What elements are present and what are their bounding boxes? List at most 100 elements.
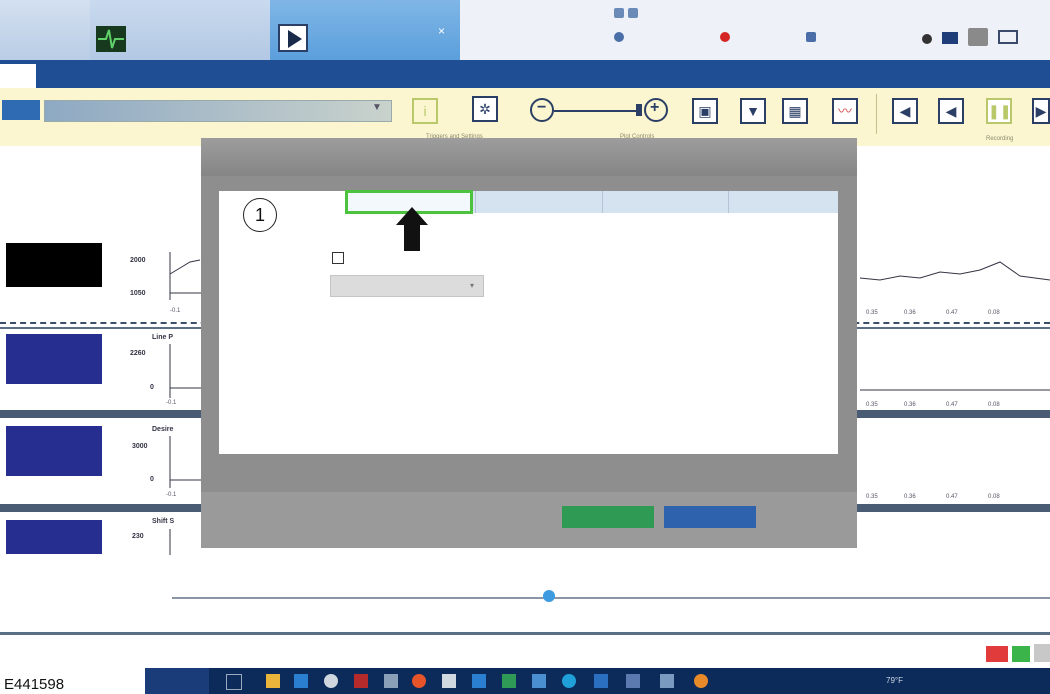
- zoom-slider-handle[interactable]: [636, 104, 642, 116]
- ok-button[interactable]: [562, 506, 654, 528]
- step-back-button[interactable]: ◀: [938, 98, 964, 124]
- dialog-title-bar: [201, 138, 857, 176]
- funnel-icon: ▼: [746, 103, 760, 119]
- dialog-tab-4[interactable]: [729, 191, 838, 213]
- channel-swatch-1[interactable]: [6, 243, 102, 287]
- channel-swatch-4[interactable]: [6, 520, 102, 554]
- window-icon-2[interactable]: [628, 8, 638, 18]
- app-icon[interactable]: [324, 674, 338, 688]
- callout-number: 1: [243, 198, 277, 232]
- zoom-slider[interactable]: [554, 110, 642, 112]
- x-tick-label: 0.35: [866, 494, 878, 500]
- x-tick-label: 0.35: [866, 402, 878, 408]
- panel-icon[interactable]: [1034, 644, 1050, 662]
- vehicle-selector-tab[interactable]: [2, 100, 40, 120]
- info-circle-icon[interactable]: [614, 32, 624, 42]
- print-icon[interactable]: [968, 28, 988, 46]
- grid-toggle-button[interactable]: ▦: [782, 98, 808, 124]
- skip-back-icon: ◀: [899, 103, 911, 119]
- app-icon[interactable]: [626, 674, 640, 688]
- skip-back-button[interactable]: ◀: [892, 98, 918, 124]
- figure-id-label: E441598: [4, 676, 65, 693]
- app-icon[interactable]: [384, 674, 398, 688]
- dialog-tab-3[interactable]: [603, 191, 728, 213]
- x-tick-label: 0.08: [988, 494, 1000, 500]
- mail-icon[interactable]: [998, 30, 1018, 44]
- app-icon[interactable]: [660, 674, 674, 688]
- outlook-icon[interactable]: [294, 674, 308, 688]
- app-tab-home[interactable]: [0, 0, 90, 60]
- chevron-down-icon: ▼: [372, 102, 382, 113]
- x-tick-label: 0.47: [946, 494, 958, 500]
- weather-temperature: 79°F: [886, 676, 903, 685]
- x-tick-label: 0.08: [988, 402, 1000, 408]
- settings-button[interactable]: ✲: [472, 96, 498, 122]
- app-icon[interactable]: [354, 674, 368, 688]
- plus-icon: +: [650, 99, 660, 116]
- system-toolbar: [610, 4, 1030, 56]
- dialog-tab-2[interactable]: [476, 191, 602, 213]
- channel-4-axis: [169, 529, 171, 555]
- connect-icon[interactable]: [806, 32, 816, 42]
- channel-swatch-3[interactable]: [6, 426, 102, 476]
- toolbar-caption-recording: Recording: [986, 136, 1014, 142]
- channel-swatch-2[interactable]: [6, 334, 102, 384]
- line-chart-icon: 〰: [838, 103, 852, 119]
- channel-3-y-max: 3000: [132, 443, 148, 450]
- channel-2-trace: [860, 389, 1050, 391]
- x-tick-label: 0.47: [946, 402, 958, 408]
- edge-icon[interactable]: [562, 674, 576, 688]
- channel-1-trace: [860, 261, 1050, 281]
- close-tab-icon[interactable]: ×: [438, 24, 445, 38]
- signal-bars-icon[interactable]: [1012, 646, 1030, 662]
- taskbar-start-button[interactable]: [145, 668, 209, 694]
- toolbar-divider: [876, 94, 877, 134]
- excel-icon[interactable]: [502, 674, 516, 688]
- help-icon[interactable]: [922, 34, 932, 44]
- window-icon[interactable]: [614, 8, 624, 18]
- browser-icon[interactable]: [412, 674, 426, 688]
- x-tick-label: 0.36: [904, 494, 916, 500]
- play-forward-button[interactable]: ▶: [1032, 98, 1050, 124]
- app-icon[interactable]: [594, 674, 608, 688]
- pause-button[interactable]: ❚❚: [986, 98, 1012, 124]
- filter-button[interactable]: ▼: [740, 98, 766, 124]
- timeline-scrubber[interactable]: [543, 590, 555, 602]
- option-checkbox[interactable]: [332, 252, 344, 264]
- dialog-footer: [201, 492, 857, 548]
- play-icon: [278, 24, 308, 52]
- fit-to-screen-button[interactable]: ▣: [692, 98, 718, 124]
- channel-1-y-max: 2000: [130, 257, 146, 264]
- waveform-glyph: [98, 29, 124, 49]
- photos-icon[interactable]: [532, 674, 546, 688]
- alert-icon[interactable]: [986, 646, 1008, 662]
- pause-icon: ❚❚: [988, 103, 1012, 119]
- fit-screen-icon: ▣: [698, 103, 712, 119]
- folder-icon[interactable]: [266, 674, 280, 688]
- word-icon[interactable]: [472, 674, 486, 688]
- graph-toggle-button[interactable]: 〰: [832, 98, 858, 124]
- search-icon[interactable]: [226, 674, 242, 690]
- timeline-track[interactable]: [172, 597, 1050, 599]
- x-tick-label: 0.08: [988, 310, 1000, 316]
- weather-icon: [694, 674, 708, 688]
- step-back-icon: ◀: [945, 103, 957, 119]
- minus-icon: −: [537, 99, 547, 116]
- ribbon-active-tab[interactable]: [0, 64, 36, 88]
- app-icon[interactable]: [442, 674, 456, 688]
- stop-icon[interactable]: [720, 32, 730, 42]
- channel-1-x-first: -0.1: [170, 308, 181, 314]
- info-button[interactable]: i: [412, 98, 438, 124]
- grid-icon: ▦: [788, 103, 802, 119]
- signal-selector-dropdown[interactable]: [44, 100, 392, 122]
- channel-4-y-max: 230: [132, 533, 144, 540]
- channel-2-y-max: 2260: [130, 350, 146, 357]
- x-tick-label: 0.47: [946, 310, 958, 316]
- x-tick-label: 0.35: [866, 310, 878, 316]
- option-dropdown[interactable]: [330, 275, 484, 297]
- x-tick-label: 0.36: [904, 402, 916, 408]
- play-forward-icon: ▶: [1035, 103, 1047, 119]
- channel-3-x-first: -0.1: [166, 492, 177, 498]
- channel-4-name: Shift S: [152, 518, 175, 525]
- cancel-button[interactable]: [664, 506, 756, 528]
